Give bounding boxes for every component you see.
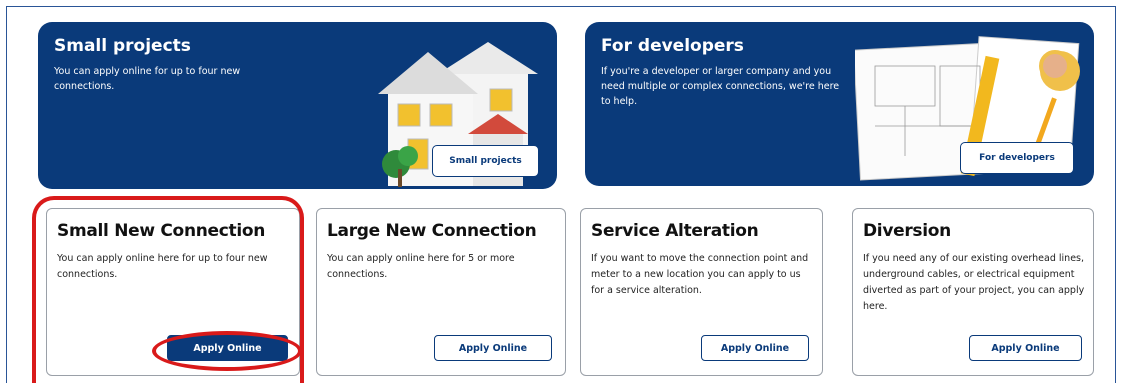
small-projects-banner[interactable]: Small projects You can apply online for …: [38, 22, 557, 189]
apply-online-button[interactable]: Apply Online: [701, 335, 809, 361]
apply-online-button[interactable]: Apply Online: [969, 335, 1082, 361]
card-title: Service Alteration: [591, 221, 759, 241]
card-text: If you need any of our existing overhead…: [863, 253, 1085, 312]
banner-text: If you're a developer or larger company …: [601, 66, 840, 107]
banner-text: You can apply online for up to four new …: [54, 66, 241, 92]
for-developers-button[interactable]: For developers: [960, 142, 1074, 174]
small-new-connection-card: Small New Connection You can apply onlin…: [46, 208, 300, 376]
card-title: Diversion: [863, 221, 951, 241]
apply-online-button[interactable]: Apply Online: [434, 335, 552, 361]
diversion-card: Diversion If you need any of our existin…: [852, 208, 1094, 376]
card-title: Small New Connection: [57, 221, 266, 241]
service-alteration-card: Service Alteration If you want to move t…: [580, 208, 823, 376]
card-text: If you want to move the connection point…: [591, 253, 809, 296]
card-text: You can apply online here for 5 or more …: [327, 253, 515, 280]
for-developers-banner[interactable]: For developers If you're a developer or …: [585, 22, 1094, 186]
card-text: You can apply online here for up to four…: [57, 253, 268, 280]
card-title: Large New Connection: [327, 221, 537, 241]
small-projects-button[interactable]: Small projects: [432, 145, 539, 177]
large-new-connection-card: Large New Connection You can apply onlin…: [316, 208, 566, 376]
apply-online-button[interactable]: Apply Online: [167, 335, 288, 361]
